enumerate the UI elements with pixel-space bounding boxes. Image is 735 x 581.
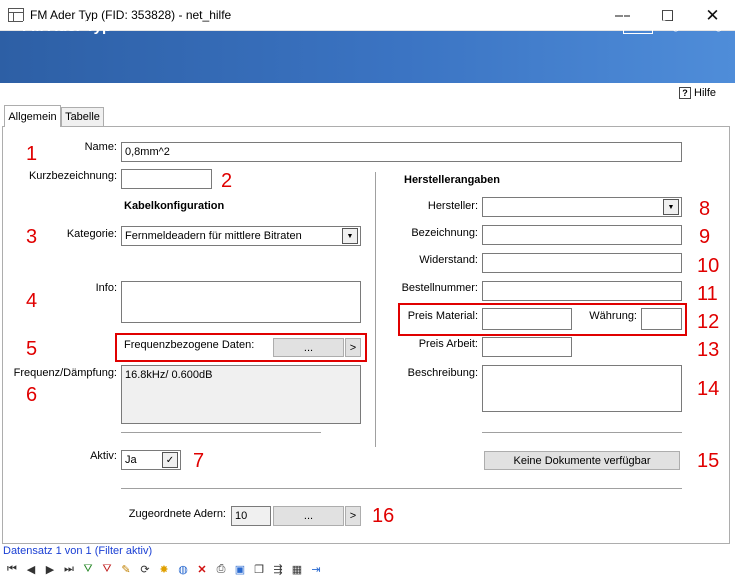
help-label: Hilfe [694,87,717,99]
app-header [0,31,735,83]
annotation-number: 1 [26,143,38,165]
annotation-number: 8 [699,198,711,220]
previous-record-icon[interactable]: ◀ [23,561,39,577]
annotation-number: 10 [697,255,720,277]
select-icon[interactable]: ▣ [232,561,248,577]
print-icon[interactable]: ⎙ [213,561,229,577]
table-view-icon[interactable]: ▦ [289,561,305,577]
last-record-icon[interactable]: ⏭ [61,561,77,577]
export-icon[interactable]: ⇥ [308,561,324,577]
brand-logo-box: NET [623,14,653,34]
divider-bottom [121,488,682,489]
dokumente-button[interactable]: Keine Dokumente verfügbar [484,451,680,470]
first-record-icon[interactable]: ⏮ [4,561,20,577]
copy-icon[interactable]: ❐ [251,561,267,577]
preis-arbeit-label: Preis Arbeit: [418,338,478,350]
record-status: Datensatz 1 von 1 (Filter aktiv) [3,545,153,557]
checkmark-icon[interactable]: ✓ [162,452,178,468]
globe-icon[interactable]: ◍ [175,561,191,577]
adern-open-button[interactable]: > [345,506,361,526]
help-icon: ? [679,87,691,99]
kurzbezeichnung-input[interactable] [121,169,212,189]
edit-pencil-icon[interactable]: ✎ [118,561,134,577]
annotation-number: 7 [193,450,205,472]
tab-allgemein[interactable]: Allgemein [4,105,61,127]
frequenzdaten-ellipsis-button[interactable]: ... [273,338,344,357]
add-filter-icon[interactable]: ⛛ [80,561,96,577]
help-link[interactable]: ? Hilfe [679,86,716,100]
info-label: Info: [95,282,117,294]
widerstand-input[interactable] [482,253,682,273]
chevron-down-icon[interactable]: ▼ [663,199,679,215]
hersteller-select[interactable] [482,197,682,217]
annotation-number: 9 [699,226,711,248]
waehrung-input[interactable] [641,308,682,330]
brand-logo-text: Engineering [658,18,723,32]
hersteller-label: Hersteller: [427,200,478,212]
annotation-number: 14 [697,378,720,400]
delete-icon[interactable]: ✕ [194,561,210,577]
bestellnummer-input[interactable] [482,281,682,301]
annotation-number: 4 [26,290,38,312]
move-icon[interactable]: ⇶ [270,561,286,577]
kabelkonfiguration-title: Kabelkonfiguration [124,200,225,212]
remove-filter-icon[interactable]: ⛛ [99,561,115,577]
app-header-title: FM Ader Typ [22,18,112,35]
preis-material-label: Preis Material: [407,310,478,322]
annotation-number: 13 [697,339,720,361]
next-record-icon[interactable]: ▶ [42,561,58,577]
kategorie-select[interactable]: Fernmeldeadern für mittlere Bitraten [121,226,361,246]
widerstand-label: Widerstand: [419,254,478,266]
bestellnummer-label: Bestellnummer: [401,282,478,294]
navigation-toolbar: ⏮ ◀ ▶ ⏭ ⛛ ⛛ ✎ ⟳ ✸ ◍ ✕ ⎙ ▣ ❐ ⇶ ▦ ⇥ [0,558,400,580]
annotation-number: 12 [697,311,720,333]
annotation-number: 11 [697,283,718,305]
aktiv-value: Ja [125,454,137,466]
aktiv-label: Aktiv: [90,450,117,462]
divider-right [482,432,682,433]
kategorie-selected-value: Fernmeldeadern für mittlere Bitraten [125,230,302,242]
new-record-icon[interactable]: ✸ [156,561,172,577]
column-divider [375,172,376,447]
preis-arbeit-input[interactable] [482,337,572,357]
annotation-number: 3 [26,226,38,248]
adern-ellipsis-button[interactable]: ... [273,506,344,526]
divider-left [121,432,321,433]
annotation-number: 15 [697,450,720,472]
zugeordnete-adern-label: Zugeordnete Adern: [128,508,226,520]
beschreibung-label: Beschreibung: [407,367,478,379]
herstellerangaben-title: Herstellerangaben [404,174,500,186]
name-label: Name: [84,141,117,153]
kategorie-label: Kategorie: [66,228,117,240]
tab-tabelle[interactable]: Tabelle [61,107,104,126]
bezeichnung-label: Bezeichnung: [411,227,478,239]
frequenz-daempfung-label: Frequenz/Dämpfung: [13,367,117,379]
info-textarea[interactable] [121,281,361,323]
frequenzdaten-open-button[interactable]: > [345,338,361,357]
beschreibung-textarea[interactable] [482,365,682,412]
bezeichnung-input[interactable] [482,225,682,245]
annotation-number: 6 [26,384,38,406]
annotation-number: 16 [372,505,395,527]
annotation-number: 5 [26,338,38,360]
waehrung-label: Währung: [589,310,637,322]
preis-material-input[interactable] [482,308,572,330]
name-input[interactable]: 0,8mm^2 [121,142,682,162]
annotation-number: 2 [221,170,233,192]
chevron-down-icon[interactable]: ▼ [342,228,358,244]
refresh-icon[interactable]: ⟳ [137,561,153,577]
frequenz-daempfung-list[interactable]: 16.8kHz/ 0.600dB [121,365,361,424]
zugeordnete-adern-count: 10 [231,506,271,526]
kurzbezeichnung-label: Kurzbezeichnung: [28,170,117,182]
frequenzbezogene-daten-label: Frequenzbezogene Daten: [124,339,255,351]
